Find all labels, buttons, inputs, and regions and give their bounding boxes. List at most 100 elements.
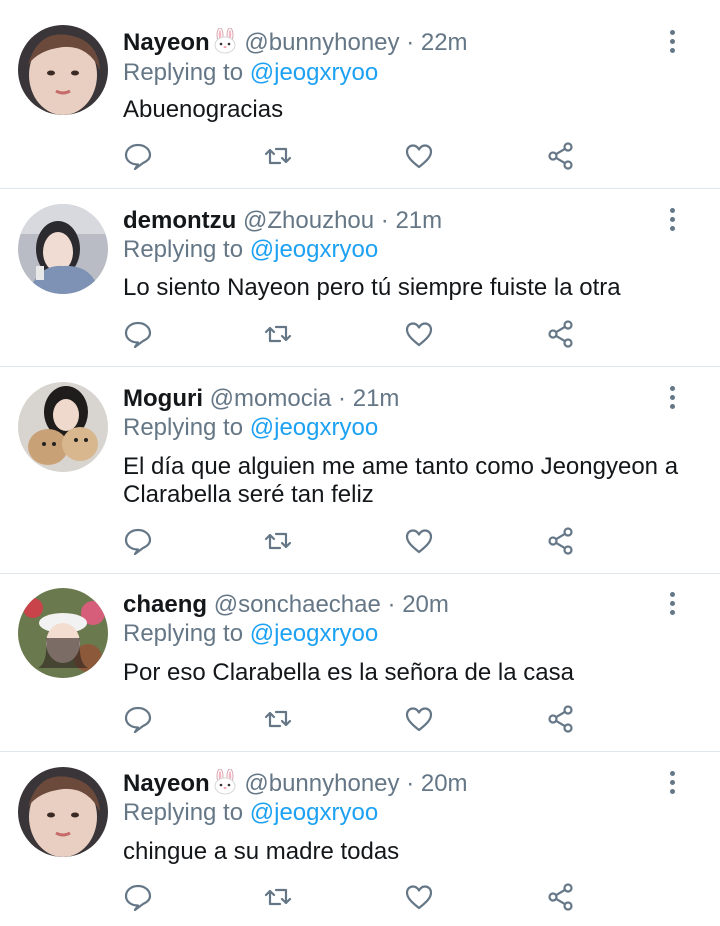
- replying-to-label: Replying to: [123, 414, 244, 441]
- reply-icon: [124, 143, 152, 171]
- tweet[interactable]: Nayeon @bunnyhoney · 22m Replying to @je…: [0, 0, 720, 189]
- timestamp[interactable]: 22m: [421, 29, 468, 56]
- tweet-header: demontzu @Zhouzhou · 21m: [123, 206, 442, 236]
- mention-link[interactable]: @jeogxryoo: [250, 414, 378, 441]
- retweet-button[interactable]: [263, 141, 299, 175]
- rabbit-face-emoji: [214, 769, 236, 795]
- user-handle[interactable]: @sonchaechae: [214, 591, 381, 618]
- timestamp[interactable]: 20m: [421, 770, 468, 797]
- tweet-actions: [120, 704, 590, 738]
- share-button[interactable]: [546, 141, 582, 175]
- avatar[interactable]: [18, 767, 108, 857]
- mention-link[interactable]: @jeogxryoo: [250, 620, 378, 647]
- tweet[interactable]: Moguri @momocia · 21m Replying to @jeogx…: [0, 367, 720, 574]
- retweet-button[interactable]: [263, 526, 299, 560]
- retweet-button[interactable]: [263, 882, 299, 916]
- share-button[interactable]: [546, 882, 582, 916]
- replying-to: Replying to @jeogxryoo: [123, 413, 378, 443]
- user-handle[interactable]: @Zhouzhou: [243, 207, 374, 234]
- more-vertical-icon: [669, 30, 675, 35]
- retweet-button[interactable]: [263, 319, 299, 353]
- tweet[interactable]: demontzu @Zhouzhou · 21m Replying to @je…: [0, 189, 720, 367]
- tweet-text: El día que alguien me ame tanto como Jeo…: [123, 453, 679, 508]
- more-vertical-icon: [669, 386, 675, 391]
- tweet-text: Abuenogracias: [123, 96, 284, 123]
- mention-link[interactable]: @jeogxryoo: [250, 59, 378, 86]
- more-options-button[interactable]: [662, 771, 682, 799]
- heart-icon: [405, 885, 433, 910]
- avatar[interactable]: [18, 588, 108, 678]
- tweet-header: chaeng @sonchaechae · 20m: [123, 590, 449, 620]
- replying-to: Replying to @jeogxryoo: [123, 58, 378, 88]
- share-icon: [548, 320, 573, 348]
- avatar[interactable]: [18, 204, 108, 294]
- display-name[interactable]: Nayeon: [123, 29, 210, 56]
- like-button[interactable]: [404, 141, 440, 175]
- display-name[interactable]: demontzu: [123, 207, 236, 234]
- replying-to: Replying to @jeogxryoo: [123, 619, 378, 649]
- like-button[interactable]: [404, 526, 440, 560]
- tweet-actions: [120, 141, 590, 175]
- timestamp[interactable]: 20m: [402, 591, 449, 618]
- more-vertical-icon: [669, 208, 675, 213]
- display-name[interactable]: chaeng: [123, 591, 207, 618]
- share-icon: [548, 883, 573, 911]
- like-button[interactable]: [404, 319, 440, 353]
- reply-button[interactable]: [123, 319, 159, 353]
- timestamp[interactable]: 21m: [353, 385, 400, 412]
- share-icon: [548, 142, 573, 170]
- reply-icon: [124, 528, 152, 556]
- replying-to-label: Replying to: [123, 236, 244, 263]
- like-button[interactable]: [404, 704, 440, 738]
- user-handle[interactable]: @bunnyhoney: [244, 29, 399, 56]
- retweet-button[interactable]: [263, 704, 299, 738]
- user-handle[interactable]: @momocia: [210, 385, 332, 412]
- reply-icon: [124, 706, 152, 734]
- tweet-actions: [120, 526, 590, 560]
- more-vertical-icon: [669, 771, 675, 776]
- reply-button[interactable]: [123, 704, 159, 738]
- like-button[interactable]: [404, 882, 440, 916]
- user-handle[interactable]: @bunnyhoney: [244, 770, 399, 797]
- share-icon: [548, 527, 573, 555]
- heart-icon: [405, 322, 433, 347]
- tweet[interactable]: chaeng @sonchaechae · 20m Replying to @j…: [0, 574, 720, 752]
- tweet-text: Por eso Clarabella es la señora de la ca…: [123, 659, 574, 686]
- retweet-icon: [264, 325, 292, 343]
- separator-dot: ·: [399, 29, 421, 56]
- timestamp[interactable]: 21m: [395, 207, 442, 234]
- mention-link[interactable]: @jeogxryoo: [250, 799, 378, 826]
- more-options-button[interactable]: [662, 30, 682, 58]
- replying-to-label: Replying to: [123, 620, 244, 647]
- retweet-icon: [264, 888, 292, 906]
- reply-button[interactable]: [123, 141, 159, 175]
- tweet[interactable]: Nayeon @bunnyhoney · 20m Replying to @je…: [0, 752, 720, 926]
- display-name[interactable]: Nayeon: [123, 770, 210, 797]
- replying-to-label: Replying to: [123, 799, 244, 826]
- tweet-text: Lo siento Nayeon pero tú siempre fuiste …: [123, 274, 621, 301]
- more-options-button[interactable]: [662, 592, 682, 620]
- replying-to: Replying to @jeogxryoo: [123, 235, 378, 265]
- share-button[interactable]: [546, 704, 582, 738]
- retweet-icon: [264, 532, 292, 550]
- replying-to-label: Replying to: [123, 59, 244, 86]
- more-options-button[interactable]: [662, 386, 682, 414]
- tweet-header: Nayeon @bunnyhoney · 20m: [123, 769, 468, 799]
- heart-icon: [405, 529, 433, 554]
- reply-button[interactable]: [123, 882, 159, 916]
- more-options-button[interactable]: [662, 208, 682, 236]
- avatar[interactable]: [18, 382, 108, 472]
- reply-icon: [124, 884, 152, 912]
- separator-dot: ·: [380, 591, 403, 618]
- retweet-icon: [264, 710, 292, 728]
- mention-link[interactable]: @jeogxryoo: [250, 236, 378, 263]
- display-name[interactable]: Moguri: [123, 385, 203, 412]
- share-button[interactable]: [546, 526, 582, 560]
- tweet-actions: [120, 319, 590, 353]
- separator-dot: ·: [399, 770, 421, 797]
- avatar[interactable]: [18, 25, 108, 115]
- share-button[interactable]: [546, 319, 582, 353]
- reply-button[interactable]: [123, 526, 159, 560]
- tweet-header: Nayeon @bunnyhoney · 22m: [123, 28, 468, 58]
- tweet-actions: [120, 882, 590, 916]
